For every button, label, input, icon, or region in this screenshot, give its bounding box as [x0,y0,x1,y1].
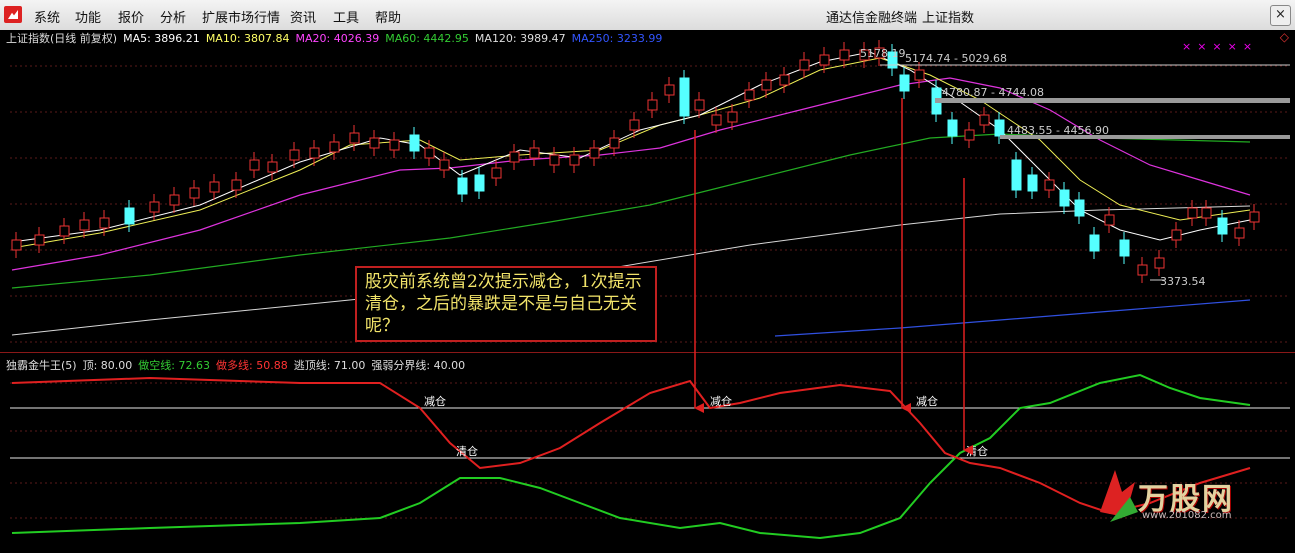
menu-analysis[interactable]: 分析 [160,7,186,26]
candle [549,154,560,166]
candle [169,194,180,206]
candle [1119,239,1130,257]
candle [1104,214,1115,226]
ma250-line [774,299,1251,337]
candle [439,159,450,171]
candle [474,174,485,192]
candle [424,147,435,159]
close-button[interactable]: × [1270,5,1291,26]
candle [647,99,658,111]
low-price-label: 3373.54 [1160,275,1206,288]
candlesticks [11,40,1260,283]
candle [947,119,958,137]
candle [711,114,722,126]
candle [1074,199,1085,217]
candle [994,119,1005,137]
ma10-line [11,57,1251,249]
high-price-label: 5178.19 [860,47,906,60]
candle [34,234,45,246]
candle [289,149,300,161]
candle [761,79,772,91]
candle [309,147,320,159]
menu-extended-market[interactable]: 扩展市场行情 [202,7,280,26]
watermark-url: www.201082.com [1142,510,1232,521]
candle [1187,207,1198,219]
candle [509,151,520,163]
candle [1044,179,1055,191]
app-name: 通达信金融终端 [826,11,918,26]
candle [1171,229,1182,241]
gap3-label: 4483.55 - 4456.90 [1007,124,1109,137]
candle [99,217,110,229]
reduce-signal-3: 减仓 [916,394,938,408]
annotation-box: 股灾前系统曾2次提示减仓，1次提示清仓，之后的暴跌是不是与自己无关呢？ [355,266,657,342]
candle [1027,174,1038,192]
short-line-green [11,373,1251,540]
candle [267,161,278,173]
menu-help[interactable]: 帮助 [375,7,401,26]
window-title: 上证指数 [922,11,975,26]
candle [409,134,420,152]
clear-signal-2: 清仓 [966,444,988,458]
candle [1234,227,1245,239]
candle [1011,159,1022,191]
candle [457,177,468,195]
chart-area: 上证指数(日线 前复权) MA5: 3896.21 MA10: 3807.84 MA2… [0,30,1295,540]
candle [231,179,242,191]
menu-function[interactable]: 功能 [75,7,101,26]
ma20-line [11,77,1251,271]
candle [1201,207,1212,219]
candle [491,167,502,179]
menu-quote[interactable]: 报价 [118,7,144,26]
candle [979,114,990,126]
app-logo-icon[interactable] [4,6,22,23]
reduce-signal-1: 减仓 [424,394,446,408]
candle [569,154,580,166]
candle [779,74,790,86]
candle [329,141,340,153]
candle [799,59,810,71]
candle [899,74,910,92]
candle [744,89,755,101]
candle [1154,257,1165,269]
candle [369,137,380,149]
candle [609,137,620,149]
candle [964,129,975,141]
candle [679,77,690,117]
candle [59,225,70,237]
candle [629,119,640,131]
reduce-signal-2: 减仓 [710,394,732,408]
candle [1059,189,1070,207]
candle [589,147,600,159]
candle [11,239,22,251]
candle [349,132,360,144]
candle [249,159,260,171]
candle [1217,217,1228,235]
candle [79,219,90,231]
candle [664,84,675,96]
candle [819,54,830,66]
candle [839,49,850,61]
candle [529,147,540,159]
candle [149,201,160,213]
menu-info[interactable]: 资讯 [290,7,316,26]
menu-system[interactable]: 系统 [34,7,60,26]
candle [189,187,200,199]
candle [694,99,705,111]
gap1-label: 5174.74 - 5029.68 [905,52,1007,65]
candle [1249,211,1260,223]
candle [1137,264,1148,276]
gap2-label: 4780.87 - 4744.08 [942,86,1044,99]
menu-bar: 系统 功能 报价 分析 扩展市场行情 资讯 工具 帮助 通达信金融终端 上证指数… [0,0,1295,31]
candle [727,111,738,123]
candle [389,139,400,151]
annotation-text: 股灾前系统曾2次提示减仓，1次提示清仓，之后的暴跌是不是与自己无关呢？ [365,272,642,336]
candle [124,207,135,225]
candle [914,69,925,81]
candle [1089,234,1100,252]
clear-signal-1: 清仓 [456,444,478,458]
menu-tools[interactable]: 工具 [333,7,359,26]
candle [209,181,220,193]
